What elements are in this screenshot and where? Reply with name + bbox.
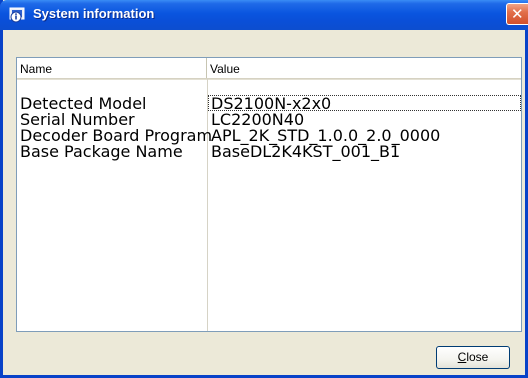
title-bar[interactable]: System information ✕ (0, 0, 528, 30)
item-value: BaseDL2K4KST_001_B1 (211, 142, 401, 161)
window-title: System information (33, 6, 155, 21)
close-button[interactable]: Close (436, 346, 510, 369)
title-close-button[interactable]: ✕ (506, 3, 528, 25)
system-information-dialog: System information ✕ Name Value Detected… (0, 0, 528, 378)
column-header-value[interactable]: Value (207, 58, 521, 78)
system-info-icon (9, 7, 25, 23)
column-header-name[interactable]: Name (17, 58, 207, 78)
close-button-label: Close (457, 350, 489, 364)
item-name: Base Package Name (20, 142, 183, 161)
system-info-list[interactable]: Name Value Detected Model DS2100N-x2x0 S… (16, 57, 522, 332)
list-item[interactable]: Base Package Name BaseDL2K4KST_001_B1 (17, 143, 521, 160)
list-header: Name Value (17, 58, 521, 79)
